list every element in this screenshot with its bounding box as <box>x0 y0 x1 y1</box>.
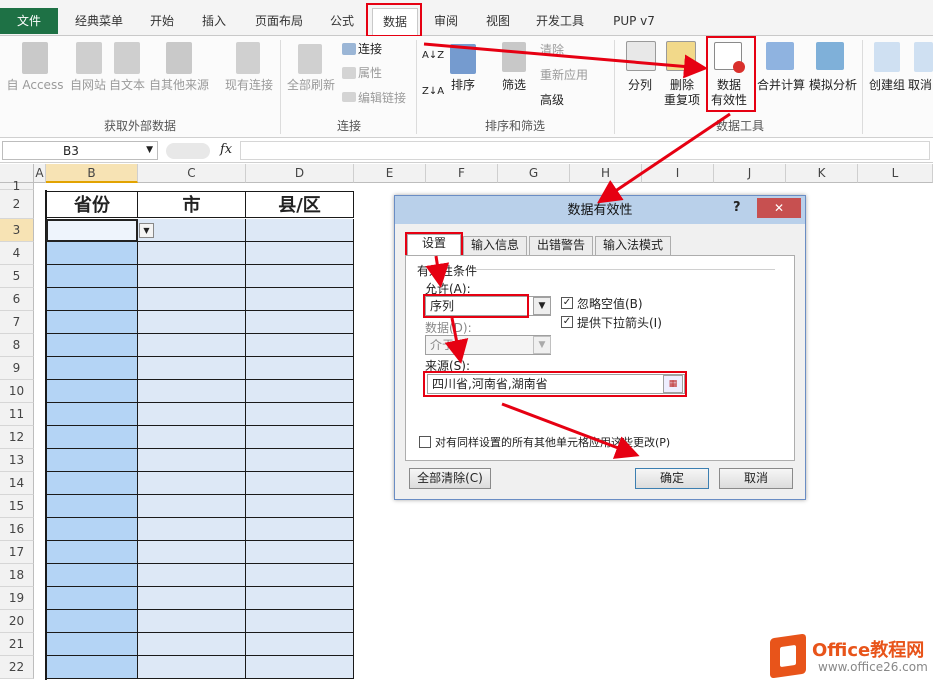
arrow-to-dialog <box>597 112 731 204</box>
watermark-brand: Office教程网 <box>812 640 925 661</box>
arrow-to-allow <box>425 255 450 288</box>
office-logo-icon <box>770 633 806 679</box>
annotation-arrows <box>423 42 731 459</box>
arrow-to-ok <box>501 402 640 459</box>
arrow-to-validation <box>423 42 708 79</box>
arrow-to-source <box>444 317 469 364</box>
watermark-url: www.office26.com <box>818 660 928 674</box>
